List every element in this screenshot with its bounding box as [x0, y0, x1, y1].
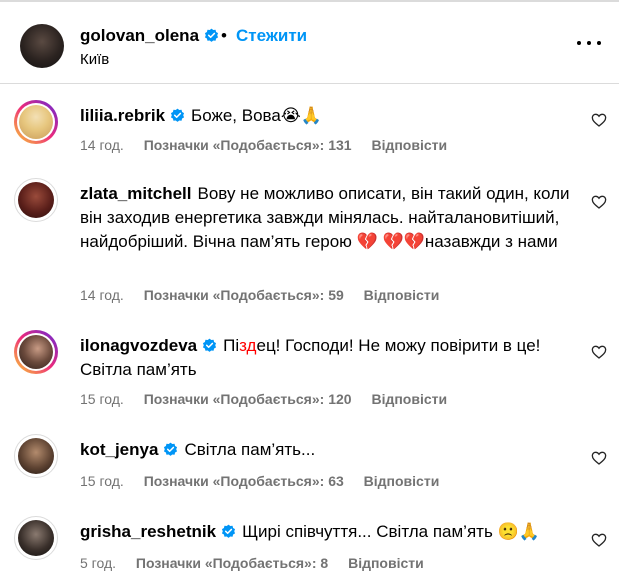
comment-username[interactable]: grisha_reshetnik [80, 522, 236, 541]
comment-text: grisha_reshetnik Щирі співчуття... Світла… [80, 520, 570, 544]
comment-text: zlata_mitchell Вову не можливо описати, в… [80, 182, 570, 254]
comment-body: Пі [223, 336, 240, 355]
comment-time[interactable]: 14 год. [80, 137, 124, 153]
comment-meta: 15 год. Позначки «Подобається»: 120 Відп… [80, 391, 463, 407]
commenter-avatar[interactable] [14, 178, 58, 222]
verified-badge-icon [204, 28, 219, 42]
heart-outline-icon[interactable] [591, 450, 607, 466]
commenter-avatar[interactable] [14, 330, 58, 374]
verified-badge-icon [164, 442, 178, 456]
comment-meta: 14 год. Позначки «Подобається»: 131 Відп… [80, 137, 463, 153]
commenter-avatar[interactable] [14, 434, 58, 478]
comment-text: liliia.rebrik Боже, Вова😭🙏 [80, 104, 570, 128]
verified-badge-icon [203, 338, 217, 352]
comment-likes[interactable]: Позначки «Подобається»: 120 [144, 391, 352, 407]
comment-meta: 15 год. Позначки «Подобається»: 63 Відпо… [80, 473, 455, 489]
comment-time[interactable]: 15 год. [80, 473, 124, 489]
comment-username[interactable]: kot_jenya [80, 440, 178, 459]
comment-likes[interactable]: Позначки «Подобається»: 131 [144, 137, 352, 153]
author-username-text[interactable]: golovan_olena [80, 26, 199, 45]
comment-time[interactable]: 15 год. [80, 391, 124, 407]
author-username[interactable]: golovan_olena [80, 26, 219, 46]
comment-likes[interactable]: Позначки «Подобається»: 63 [144, 473, 344, 489]
comment-username[interactable]: ilonagvozdeva [80, 336, 217, 355]
comment-meta: 5 год. Позначки «Подобається»: 8 Відпові… [80, 555, 440, 571]
reply-button[interactable]: Відповісти [371, 391, 447, 407]
commenter-avatar[interactable] [14, 516, 58, 560]
follow-button[interactable]: Стежити [236, 26, 307, 46]
comment-body: Щирі співчуття... Світла пам’ять 🙁🙏 [242, 522, 540, 541]
comment-meta: 14 год. Позначки «Подобається»: 59 Відпо… [80, 287, 455, 303]
heart-outline-icon[interactable] [591, 532, 607, 548]
verified-badge-icon [222, 524, 236, 538]
comment-likes[interactable]: Позначки «Подобається»: 8 [136, 555, 328, 571]
more-options-icon[interactable] [577, 38, 601, 48]
heart-outline-icon[interactable] [591, 194, 607, 210]
separator-dot: • [221, 26, 227, 45]
commenter-avatar[interactable] [14, 100, 58, 144]
heart-outline-icon[interactable] [591, 344, 607, 360]
verified-badge-icon [170, 108, 185, 122]
comment-likes[interactable]: Позначки «Подобається»: 59 [144, 287, 344, 303]
comment-text: kot_jenya Світла пам’ять... [80, 438, 570, 462]
comment-username[interactable]: liliia.rebrik [80, 106, 185, 125]
comment-username[interactable]: zlata_mitchell [80, 184, 192, 203]
author-avatar[interactable] [20, 24, 64, 68]
post-location[interactable]: Київ [80, 51, 109, 69]
comment-time[interactable]: 14 год. [80, 287, 124, 303]
comment-time[interactable]: 5 год. [80, 555, 116, 571]
comment-body: Боже, Вова😭🙏 [191, 106, 322, 125]
post-header: golovan_olena • Стежити Київ [0, 2, 619, 84]
reply-button[interactable]: Відповісти [371, 137, 447, 153]
heart-outline-icon[interactable] [591, 112, 607, 128]
reply-button[interactable]: Відповісти [364, 287, 440, 303]
reply-button[interactable]: Відповісти [348, 555, 424, 571]
comment-body: Світла пам’ять... [184, 440, 316, 459]
comment-text: ilonagvozdeva Піздец! Господи! Не можу по… [80, 334, 570, 382]
censored-word: зд [239, 336, 257, 355]
reply-button[interactable]: Відповісти [364, 473, 440, 489]
